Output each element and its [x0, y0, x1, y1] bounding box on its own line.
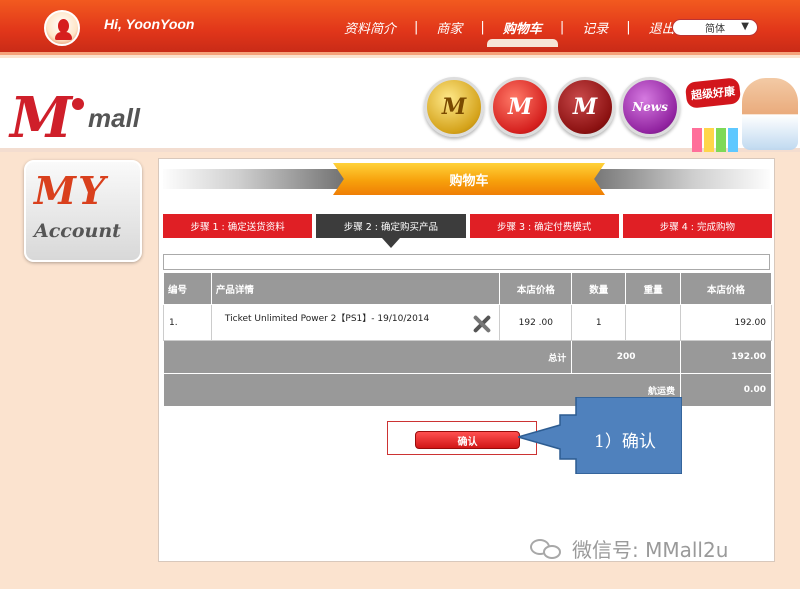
cart-title-text: 购物车: [449, 173, 489, 189]
promo-banner[interactable]: 超级好康: [684, 77, 800, 152]
empty-strip: [163, 254, 770, 270]
step-1[interactable]: 步骤 1 : 确定送货资料: [163, 214, 313, 238]
mmall-logo[interactable]: M mall: [10, 85, 150, 151]
callout-text: 1）确认: [594, 432, 656, 452]
title-decor-left: [163, 169, 353, 189]
step-2[interactable]: 步骤 2 : 确定购买产品: [316, 214, 466, 248]
main-nav: 资料简介 | 商家 | 购物车 | 记录 | 退出: [344, 18, 675, 47]
col-total: 本店价格: [680, 272, 772, 305]
nav-profile[interactable]: 资料简介: [344, 18, 396, 37]
total-price: 192.00: [680, 340, 772, 374]
mmall-dark-icon[interactable]: M: [555, 77, 615, 137]
shipping-price: 0.00: [680, 373, 772, 407]
nav-separator: |: [559, 20, 565, 35]
user-avatar-icon[interactable]: [44, 10, 80, 46]
wrench-screwdriver-icon[interactable]: [470, 313, 494, 335]
shopping-bag-icon: [728, 128, 738, 152]
title-decor-right: [580, 169, 770, 189]
row-product: Ticket Unlimited Power 2【PS1】- 19/10/201…: [210, 304, 501, 341]
row-qty[interactable]: 1: [571, 304, 627, 341]
confirm-button[interactable]: 确认: [415, 431, 520, 449]
total-qty: 200: [571, 340, 682, 374]
nav-logout[interactable]: 退出: [649, 18, 675, 37]
cart-panel: 购物车 步骤 1 : 确定送货资料 步骤 2 : 确定购买产品 步骤 3 : 确…: [158, 158, 775, 562]
my-account-my: MY: [34, 168, 108, 213]
col-product: 产品详情: [210, 272, 501, 305]
language-value: 简体: [705, 24, 725, 35]
col-no: 编号: [163, 272, 212, 305]
cart-table: 编号 产品详情 本店价格 数量 重量 本店价格 1. Ticket Unlimi…: [162, 272, 772, 407]
nav-cart[interactable]: 购物车: [486, 18, 558, 47]
logo-m: M: [10, 85, 72, 151]
nav-records[interactable]: 记录: [582, 18, 608, 37]
watermark-text: 微信号: MMall2u: [572, 538, 729, 562]
product-name: Ticket Unlimited Power 2【PS1】- 19/10/201…: [224, 313, 430, 324]
nav-separator: |: [414, 20, 419, 35]
logo-dot: [72, 98, 84, 110]
news-icon[interactable]: News: [620, 77, 680, 137]
table-header-row: 编号 产品详情 本店价格 数量 重量 本店价格: [163, 272, 772, 305]
step-4[interactable]: 步骤 4 : 完成购物: [622, 214, 772, 238]
total-row: 总计 200 192.00: [162, 340, 772, 374]
shopping-bag-icon: [704, 128, 714, 152]
col-weight: 重量: [625, 272, 682, 305]
nav-separator: |: [480, 20, 485, 35]
greeting-text: Hi, YoonYoon: [104, 16, 195, 32]
my-account-button[interactable]: MY Account: [24, 160, 142, 262]
logo-mall: mall: [88, 103, 141, 133]
checkout-steps: 步骤 1 : 确定送货资料 步骤 2 : 确定购买产品 步骤 3 : 确定付费模…: [163, 214, 772, 248]
promo-badge: 超级好康: [684, 77, 742, 109]
row-total: 192.00: [680, 304, 772, 341]
chevron-down-icon: ▼: [741, 21, 749, 32]
top-bar: Hi, YoonYoon 资料简介 | 商家 | 购物车 | 记录 | 退出 简…: [0, 0, 800, 55]
step-3[interactable]: 步骤 3 : 确定付费模式: [469, 214, 619, 238]
shopping-bag-icon: [716, 128, 726, 152]
wechat-icon: [530, 537, 564, 561]
cart-title: 购物车: [333, 163, 605, 195]
row-weight: [625, 304, 682, 341]
callout-arrow: 1）确认: [518, 397, 682, 474]
logo-band: M mall M M M News 超级好康: [0, 58, 800, 152]
row-price: 192 .00: [499, 304, 573, 341]
nav-separator: |: [626, 20, 631, 35]
mmall-icon[interactable]: M: [490, 77, 550, 137]
shopping-bag-icon: [692, 128, 702, 152]
cart-title-bar: 购物车: [163, 163, 770, 195]
nav-merchants[interactable]: 商家: [436, 18, 462, 37]
row-no: 1.: [163, 304, 212, 341]
shoppers-image: [742, 78, 798, 150]
my-account-label: Account: [34, 220, 121, 242]
confirm-highlight: 确认: [387, 421, 537, 455]
total-label: 总计: [162, 340, 573, 374]
wechat-watermark: 微信号: MMall2u: [530, 534, 728, 563]
col-qty: 数量: [571, 272, 627, 305]
table-row: 1. Ticket Unlimited Power 2【PS1】- 19/10/…: [163, 304, 772, 341]
language-select[interactable]: 简体 ▼: [672, 19, 758, 36]
mpoint-icon[interactable]: M: [424, 77, 484, 137]
col-price: 本店价格: [499, 272, 573, 305]
